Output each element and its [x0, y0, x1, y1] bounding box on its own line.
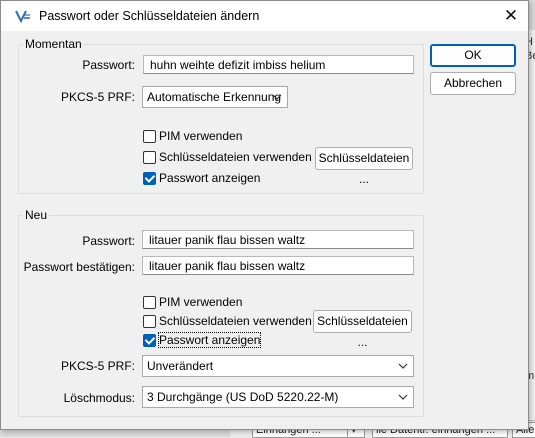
new-keyfiles-checkbox[interactable]: Schlüsseldateien verwenden — [143, 314, 312, 328]
veracrypt-logo-icon — [15, 10, 30, 23]
title-bar: Passwort oder Schlüsseldateien ändern ✕ — [1, 1, 528, 31]
new-pim-label: PIM verwenden — [159, 295, 243, 309]
close-icon[interactable]: ✕ — [498, 4, 524, 28]
new-keyfiles-label: Schlüsseldateien verwenden — [159, 314, 312, 328]
new-password-input[interactable]: litauer panik flau bissen waltz — [142, 230, 414, 249]
dialog-title: Passwort oder Schlüsseldateien ändern — [39, 9, 260, 23]
chevron-down-icon — [272, 94, 282, 100]
current-pim-label: PIM verwenden — [159, 129, 243, 143]
current-password-label: Passwort: — [82, 58, 135, 72]
wipe-mode-label: Löschmodus: — [63, 391, 135, 405]
wipe-mode-value: 3 Durchgänge (US DoD 5220.22-M) — [147, 390, 339, 404]
checkbox-box — [143, 314, 156, 328]
new-password-label: Passwort: — [82, 234, 135, 248]
new-show-password-checkbox[interactable]: Passwort anzeigen — [143, 332, 262, 348]
new-pim-checkbox[interactable]: PIM verwenden — [143, 295, 242, 309]
current-prf-select[interactable]: Automatische Erkennung — [142, 86, 288, 108]
current-keyfiles-label: Schlüsseldateien verwenden — [159, 150, 312, 164]
current-show-password-checkbox[interactable]: Passwort anzeigen — [143, 171, 260, 185]
new-prf-label: PKCS-5 PRF: — [60, 359, 135, 373]
wipe-mode-select[interactable]: 3 Durchgänge (US DoD 5220.22-M) — [142, 386, 414, 408]
new-show-password-label: Passwort anzeigen — [157, 332, 262, 348]
current-pim-checkbox[interactable]: PIM verwenden — [143, 129, 242, 143]
new-keyfiles-button[interactable]: Schlüsseldateien ... — [313, 310, 412, 349]
current-password-input[interactable]: huhn weihte defizit imbiss helium — [143, 55, 414, 74]
new-prf-value: Unverändert — [147, 359, 214, 373]
current-keyfiles-button[interactable]: Schlüsseldateien ... — [315, 147, 413, 186]
current-keyfiles-checkbox[interactable]: Schlüsseldateien verwenden — [143, 150, 312, 164]
new-prf-select[interactable]: Unverändert — [142, 355, 414, 377]
ok-button[interactable]: OK — [430, 44, 516, 67]
current-group-legend: Momentan — [23, 37, 84, 51]
checkbox-box — [143, 150, 156, 164]
current-prf-label: PKCS-5 PRF: — [60, 90, 135, 104]
cancel-button[interactable]: Abbrechen — [430, 72, 516, 95]
new-group-legend: Neu — [23, 208, 50, 222]
confirm-password-label: Passwort bestätigen: — [23, 260, 135, 274]
current-show-password-label: Passwort anzeigen — [159, 171, 261, 185]
chevron-down-icon — [398, 363, 408, 369]
confirm-password-input[interactable]: litauer panik flau bissen waltz — [142, 256, 414, 275]
checkbox-box — [143, 295, 156, 309]
checkbox-checked-icon — [143, 171, 156, 185]
current-prf-value: Automatische Erkennung — [147, 90, 282, 104]
change-password-dialog: Passwort oder Schlüsseldateien ändern ✕ … — [0, 0, 529, 430]
checkbox-box — [143, 129, 156, 143]
chevron-down-icon — [398, 394, 408, 400]
checkbox-checked-icon — [143, 333, 156, 347]
